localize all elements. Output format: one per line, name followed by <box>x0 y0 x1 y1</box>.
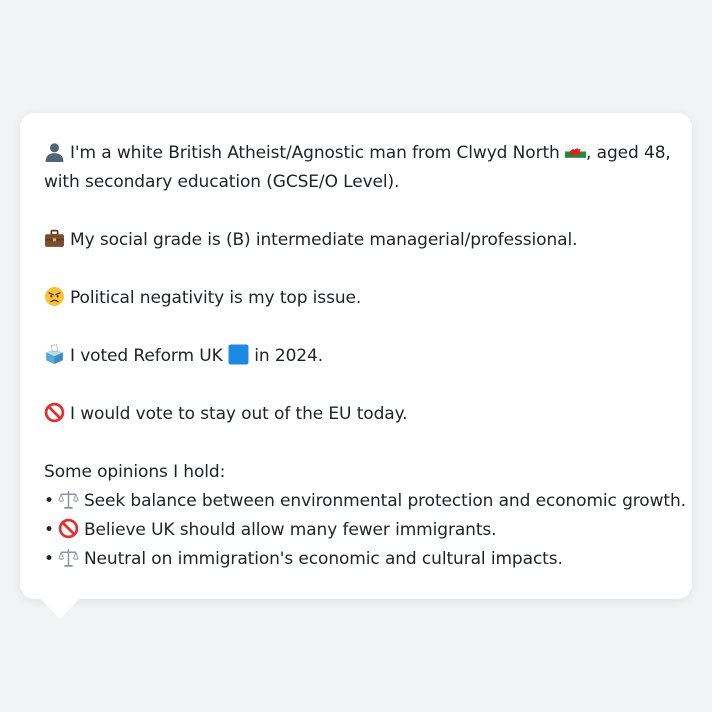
eu-line: I would vote to stay out of the EU today… <box>44 400 668 429</box>
vote-line: I voted Reform UK in 2024. <box>44 342 668 371</box>
identity-text: I'm a white British Atheist/Agnostic man… <box>70 143 560 163</box>
top-issue-text: Political negativity is my top issue. <box>70 288 362 308</box>
wales-flag-icon <box>565 145 587 158</box>
persona-message-bubble: I'm a white British Atheist/Agnostic man… <box>20 113 692 599</box>
opinion-item: • Seek balance between environmental pro… <box>44 487 686 516</box>
blue-square-icon <box>228 344 249 365</box>
bullet: • <box>44 491 54 511</box>
opinions-list: • Seek balance between environmental pro… <box>44 487 686 574</box>
bubble-tail <box>40 598 80 619</box>
briefcase-icon <box>45 229 64 247</box>
opinion-item: • Neutral on immigration's economic and … <box>44 545 668 574</box>
bullet: • <box>44 549 54 569</box>
no-entry-icon <box>58 518 79 539</box>
opinions-heading: Some opinions I hold: <box>44 462 226 482</box>
balance-scale-icon <box>58 491 79 509</box>
opinion-text: Neutral on immigration's economic and cu… <box>83 549 563 569</box>
vote-year: in 2024. <box>248 346 324 366</box>
identity-line-1: I'm a white British Atheist/Agnostic man… <box>44 139 671 168</box>
vote-text: I voted Reform UK <box>70 346 223 366</box>
person-silhouette-icon <box>45 143 64 162</box>
eu-text: I would vote to stay out of the EU today… <box>70 404 408 424</box>
social-grade-text: My social grade is (B) intermediate mana… <box>70 230 578 250</box>
balance-scale-icon <box>58 549 79 567</box>
angry-face-icon <box>45 287 64 306</box>
bullet: • <box>44 520 54 540</box>
opinion-text: Believe UK should allow many fewer immig… <box>83 520 497 540</box>
opinion-text: Seek balance between environmental prote… <box>83 491 686 511</box>
opinion-item: • Believe UK should allow many fewer imm… <box>44 516 668 545</box>
identity-age: , aged 48, <box>586 143 671 163</box>
top-issue-line: Political negativity is my top issue. <box>44 284 668 313</box>
identity-line-2: with secondary education (GCSE/O Level). <box>44 172 400 192</box>
no-entry-icon <box>44 402 65 423</box>
ballot-box-icon <box>46 344 63 364</box>
social-grade-line: My social grade is (B) intermediate mana… <box>44 226 668 255</box>
